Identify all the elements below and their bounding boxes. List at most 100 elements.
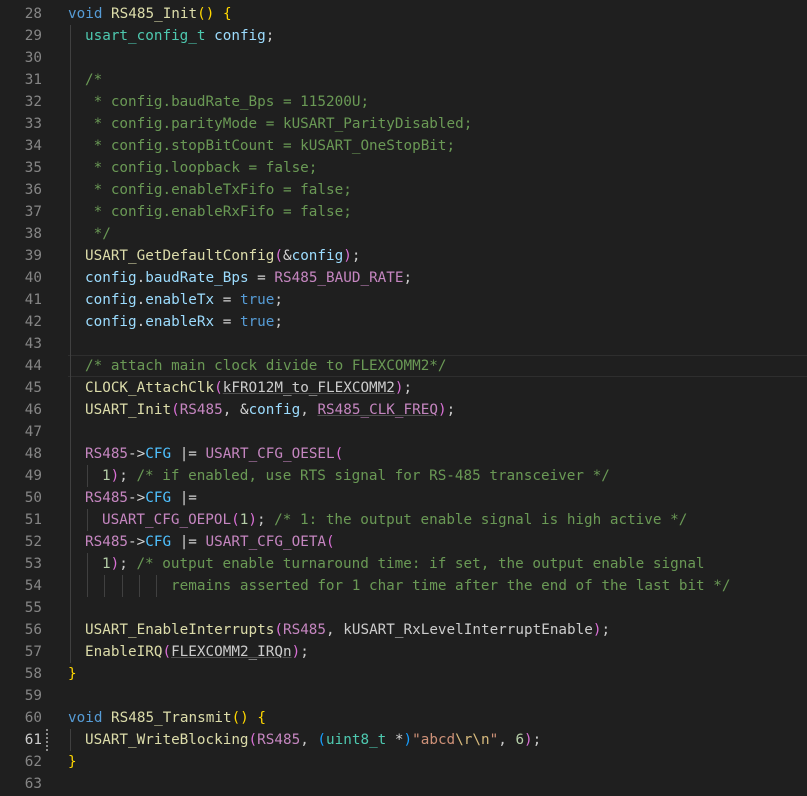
- indent-guide: [70, 641, 71, 663]
- code-token: 6: [515, 732, 525, 748]
- code-line[interactable]: 50 RS485->CFG |=: [0, 487, 807, 509]
- code-token: config: [248, 402, 301, 418]
- indent-guide: [122, 575, 123, 597]
- code-token: ->: [128, 534, 146, 550]
- code-text: EnableIRQ(FLEXCOMM2_IRQn);: [85, 641, 309, 663]
- indent-guide: [70, 421, 71, 443]
- code-token: * config.loopback = false;: [85, 160, 318, 176]
- code-token: ;: [274, 292, 284, 308]
- code-line[interactable]: 58}: [0, 663, 807, 685]
- code-line[interactable]: 29 usart_config_t config;: [0, 25, 807, 47]
- code-token: }: [68, 754, 77, 770]
- code-line[interactable]: 34 * config.stopBitCount = kUSART_OneSto…: [0, 135, 807, 157]
- indent-guide: [70, 69, 71, 91]
- code-token: ": [489, 732, 499, 748]
- code-line[interactable]: 56 USART_EnableInterrupts(RS485, kUSART_R…: [0, 619, 807, 641]
- line-number: 54: [24, 578, 42, 594]
- code-line[interactable]: 37 * config.enableRxFifo = false;: [0, 201, 807, 223]
- code-line[interactable]: 51 USART_CFG_OEPOL(1); /* 1: the output e…: [0, 509, 807, 531]
- code-token: ;: [403, 380, 413, 396]
- line-number: 29: [24, 28, 42, 44]
- code-line[interactable]: 63: [0, 773, 807, 795]
- code-line[interactable]: 40 config.baudRate_Bps = RS485_BAUD_RATE;: [0, 267, 807, 289]
- modified-gutter-marker: [46, 729, 48, 751]
- code-line[interactable]: 48 RS485->CFG |= USART_CFG_OESEL(: [0, 443, 807, 465]
- indent-guide: [70, 355, 71, 377]
- code-line[interactable]: 42 config.enableRx = true;: [0, 311, 807, 333]
- code-text: usart_config_t config;: [85, 25, 274, 47]
- code-line[interactable]: 36 * config.enableTxFifo = false;: [0, 179, 807, 201]
- code-line[interactable]: 32 * config.baudRate_Bps = 115200U;: [0, 91, 807, 113]
- code-text: }: [68, 751, 77, 773]
- indent-guide: [70, 399, 71, 421]
- code-token: (: [326, 534, 335, 550]
- code-line[interactable]: 44 /* attach main clock divide to FLEXCOM…: [0, 355, 807, 377]
- line-number: 55: [24, 600, 42, 616]
- code-line[interactable]: 35 * config.loopback = false;: [0, 157, 807, 179]
- code-token: USART_EnableInterrupts: [85, 622, 275, 638]
- code-line[interactable]: 33 * config.parityMode = kUSART_ParityDi…: [0, 113, 807, 135]
- code-token: RS485_Init: [111, 6, 198, 22]
- code-text: /* attach main clock divide to FLEXCOMM2…: [85, 355, 447, 377]
- indent-guide: [70, 135, 71, 157]
- code-line[interactable]: 28 void RS485_Init() {: [0, 3, 807, 25]
- code-line[interactable]: 38 */: [0, 223, 807, 245]
- code-token: ->: [128, 446, 146, 462]
- code-line[interactable]: 43: [0, 333, 807, 355]
- code-line[interactable]: 47: [0, 421, 807, 443]
- code-text: config.enableRx = true;: [85, 311, 283, 333]
- line-number: 33: [24, 116, 42, 132]
- code-line[interactable]: 57 EnableIRQ(FLEXCOMM2_IRQn);: [0, 641, 807, 663]
- code-text: * config.parityMode = kUSART_ParityDisab…: [85, 113, 473, 135]
- code-line[interactable]: 49 1); /* if enabled, use RTS signal for …: [0, 465, 807, 487]
- code-line[interactable]: 61 USART_WriteBlocking(RS485, (uint8_t *)…: [0, 729, 807, 751]
- code-line[interactable]: 60 void RS485_Transmit() {: [0, 707, 807, 729]
- code-line[interactable]: 30: [0, 47, 807, 69]
- code-token: ): [343, 248, 352, 264]
- code-token: * config.enableRxFifo = false;: [85, 204, 352, 220]
- code-token: ;: [256, 512, 275, 528]
- line-number: 63: [24, 776, 42, 792]
- code-line[interactable]: 46 USART_Init(RS485, &config, RS485_CLK_F…: [0, 399, 807, 421]
- code-line[interactable]: 31 /*: [0, 69, 807, 91]
- indent-guide: [70, 729, 71, 751]
- code-token: ,: [498, 732, 516, 748]
- code-text: * config.enableRxFifo = false;: [85, 201, 352, 223]
- code-line[interactable]: 45 CLOCK_AttachClk(kFRO12M_to_FLEXCOMM2);: [0, 377, 807, 399]
- code-line[interactable]: 41 config.enableTx = true;: [0, 289, 807, 311]
- code-token: ;: [532, 732, 542, 748]
- code-text: * config.loopback = false;: [85, 157, 318, 179]
- line-number: 50: [24, 490, 42, 506]
- code-line[interactable]: 62}: [0, 751, 807, 773]
- indent-guide: [70, 179, 71, 201]
- code-text: USART_CFG_OEPOL(1); /* 1: the output ena…: [102, 509, 687, 531]
- code-token: (: [214, 380, 223, 396]
- code-editor[interactable]: 28 void RS485_Init() { 29 usart_config_t co…: [0, 0, 807, 796]
- line-number: 58: [24, 666, 42, 682]
- code-token: *: [386, 732, 404, 748]
- code-line[interactable]: 53 1); /* output enable turnaround time: …: [0, 553, 807, 575]
- line-number: 40: [24, 270, 42, 286]
- indent-guide: [87, 575, 88, 597]
- code-line[interactable]: 55: [0, 597, 807, 619]
- code-token: RS485: [257, 732, 301, 748]
- code-line[interactable]: 52 RS485->CFG |= USART_CFG_OETA(: [0, 531, 807, 553]
- code-text: RS485->CFG |=: [85, 487, 197, 509]
- code-token: FLEXCOMM2_IRQn: [171, 644, 292, 660]
- line-number: 47: [24, 424, 42, 440]
- code-token: config: [214, 28, 266, 44]
- code-token: &: [239, 402, 249, 418]
- code-token: (: [274, 248, 283, 264]
- line-number: 44: [24, 358, 42, 374]
- code-line[interactable]: 54 remains asserted for 1 char time after…: [0, 575, 807, 597]
- code-token: /* attach main clock divide to FLEXCOMM2…: [85, 358, 447, 374]
- code-token: "abcd: [412, 732, 456, 748]
- code-text: * config.stopBitCount = kUSART_OneStopBi…: [85, 135, 456, 157]
- code-line[interactable]: 59: [0, 685, 807, 707]
- indent-guide: [70, 509, 71, 531]
- code-token: uint8_t: [326, 732, 387, 748]
- line-number: 57: [24, 644, 42, 660]
- code-line[interactable]: 39 USART_GetDefaultConfig(&config);: [0, 245, 807, 267]
- code-token: * config.stopBitCount = kUSART_OneStopBi…: [85, 138, 456, 154]
